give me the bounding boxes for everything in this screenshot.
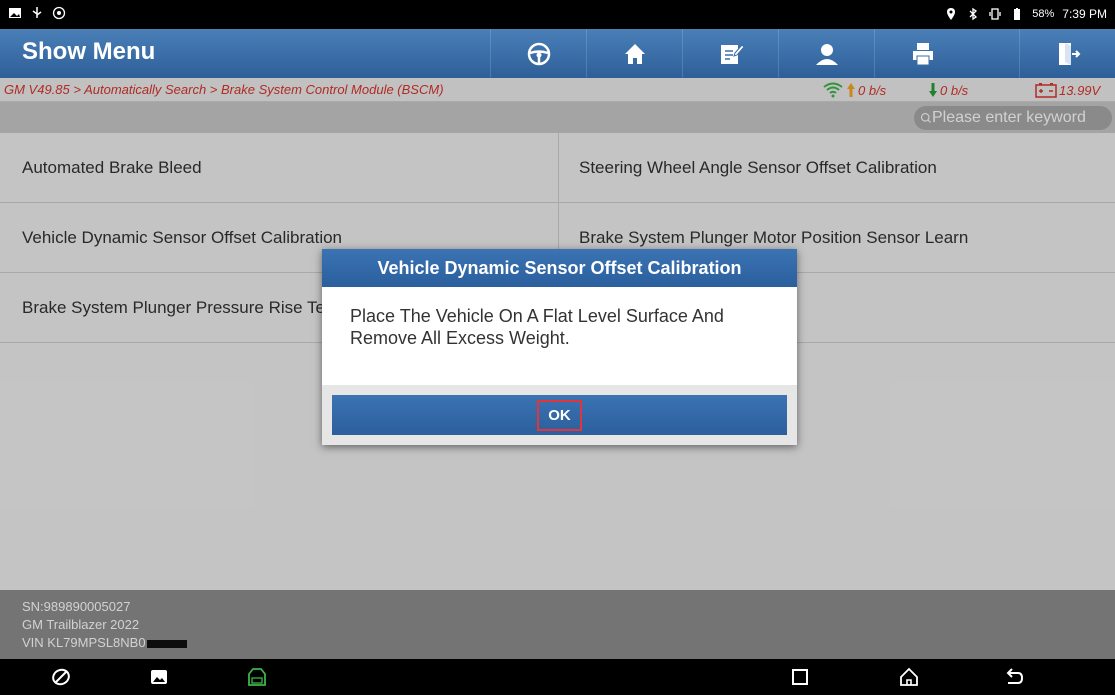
- dialog-footer: OK: [322, 385, 797, 445]
- recents-icon[interactable]: [789, 666, 811, 688]
- user-icon: [815, 43, 838, 65]
- home-button[interactable]: [586, 29, 682, 78]
- page-title: Show Menu: [22, 38, 156, 65]
- status-bar: 58% 7:39 PM: [0, 0, 1115, 29]
- steering-wheel-button[interactable]: [490, 29, 586, 78]
- bluetooth-icon: [969, 7, 978, 21]
- steering-wheel-icon: [527, 42, 550, 65]
- home-icon: [624, 43, 645, 64]
- gallery-notification-icon: [9, 8, 21, 18]
- edit-icon: [720, 43, 744, 64]
- edit-button[interactable]: [682, 29, 778, 78]
- debug-icon: [52, 6, 66, 20]
- user-button[interactable]: [778, 29, 874, 78]
- browser-icon[interactable]: [50, 666, 72, 688]
- gallery-icon[interactable]: [148, 666, 170, 688]
- back-icon[interactable]: [1003, 666, 1025, 688]
- exit-button[interactable]: [1019, 29, 1115, 78]
- vibrate-icon: [989, 8, 1001, 20]
- exit-icon: [1058, 42, 1080, 65]
- dialog-message: Place The Vehicle On A Flat Level Surfac…: [350, 306, 724, 348]
- clock: 7:39 PM: [1062, 7, 1107, 21]
- battery-icon: [1014, 8, 1021, 20]
- title-bar: Show Menu: [0, 29, 1115, 78]
- home-nav-icon[interactable]: [898, 666, 920, 688]
- print-icon: [912, 42, 933, 65]
- app-root: 58% 7:39 PM Show Menu GM V49.85 > Automa…: [0, 0, 1115, 695]
- ok-button-label: OK: [537, 399, 582, 431]
- usb-icon: [32, 7, 42, 18]
- vci-icon[interactable]: [246, 666, 268, 688]
- dialog-title: Vehicle Dynamic Sensor Offset Calibratio…: [322, 249, 797, 287]
- battery-percent: 58%: [1032, 8, 1055, 20]
- navigation-bar: [0, 659, 1115, 695]
- print-button[interactable]: [874, 29, 970, 78]
- ok-button[interactable]: OK: [332, 395, 787, 435]
- location-icon: [947, 8, 956, 20]
- calibration-dialog: Vehicle Dynamic Sensor Offset Calibratio…: [322, 249, 797, 445]
